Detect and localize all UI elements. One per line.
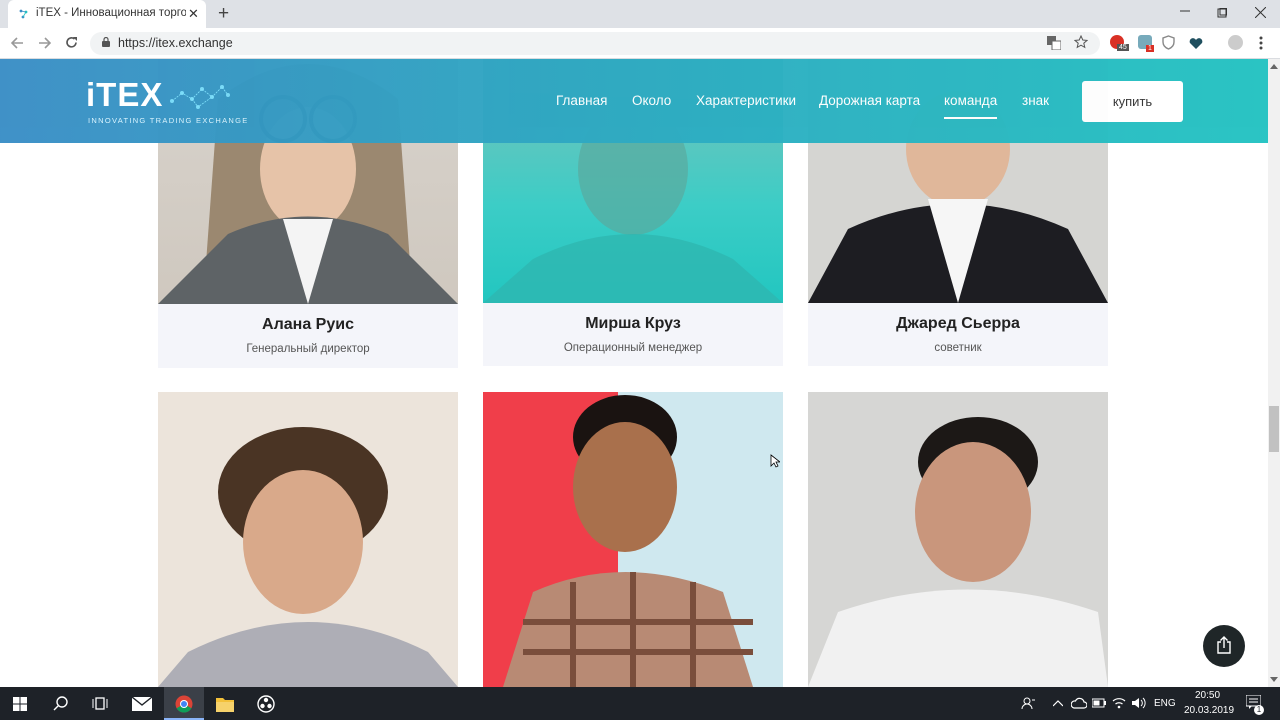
nav-about-link[interactable]: Около <box>632 93 671 108</box>
site-logo[interactable]: iTEX <box>86 76 163 114</box>
people-icon[interactable] <box>1021 696 1035 710</box>
team-card: Джаред Сьерра советник <box>808 303 1108 366</box>
notification-count-badge: 1 <box>1254 705 1264 715</box>
page-scrollbar[interactable] <box>1268 59 1280 687</box>
tray-expand-icon[interactable] <box>1053 699 1063 707</box>
back-icon[interactable] <box>11 37 24 49</box>
favicon-icon <box>19 9 28 19</box>
team-member-name: Джаред Сьерра <box>896 315 1020 332</box>
volume-icon[interactable] <box>1131 696 1146 710</box>
scroll-down-icon[interactable] <box>1270 677 1278 683</box>
nav-team-link[interactable]: команда <box>944 93 997 108</box>
wifi-icon[interactable] <box>1112 696 1126 710</box>
team-photo-6 <box>808 392 1108 687</box>
team-member-role: Генеральный директор <box>246 343 370 355</box>
team-card: Мирша Круз Операционный менеджер <box>483 303 783 366</box>
battery-icon[interactable] <box>1092 698 1106 708</box>
nav-home-link[interactable]: Главная <box>556 93 607 108</box>
mouse-cursor-icon <box>770 454 780 468</box>
tab-close-icon[interactable]: ✕ <box>188 6 199 22</box>
clock-date[interactable]: 20.03.2019 <box>1184 705 1234 716</box>
scrollbar-thumb[interactable] <box>1269 406 1279 452</box>
new-tab-button[interactable]: + <box>218 3 229 25</box>
onedrive-icon[interactable] <box>1071 697 1087 709</box>
taskbar-chrome-active[interactable] <box>164 687 204 720</box>
extension-badge: 45 <box>1117 44 1129 51</box>
share-button[interactable] <box>1203 625 1245 667</box>
team-photo-4 <box>158 392 458 687</box>
nav-token-link[interactable]: знак <box>1022 93 1049 108</box>
buy-button[interactable]: купить <box>1082 81 1183 122</box>
search-icon[interactable] <box>53 696 68 711</box>
shield-extension-icon[interactable] <box>1162 35 1175 50</box>
heart-extension-icon[interactable] <box>1188 36 1204 50</box>
profile-avatar[interactable] <box>1228 35 1243 50</box>
task-view-icon[interactable] <box>92 696 108 711</box>
nav-roadmap-link[interactable]: Дорожная карта <box>819 93 920 108</box>
team-member-name: Алана Руис <box>262 316 354 333</box>
forward-icon[interactable] <box>38 37 51 49</box>
team-member-name: Мирша Круз <box>585 315 681 332</box>
scroll-up-icon[interactable] <box>1270 63 1278 69</box>
person-portrait-icon <box>808 417 1108 687</box>
clock-time[interactable]: 20:50 <box>1195 690 1220 701</box>
browser-toolbar: https://itex.exchange <box>0 28 1280 59</box>
person-portrait-icon <box>158 427 458 687</box>
extension-badge-alert: 1 <box>1146 45 1154 52</box>
team-photo-5 <box>483 392 783 687</box>
browser-tab-strip: iTEX - Инновационная торговая ✕ + <box>0 0 1280 28</box>
file-explorer-icon[interactable] <box>216 696 234 712</box>
maximize-icon[interactable] <box>1217 8 1227 18</box>
team-member-role: советник <box>934 342 982 354</box>
team-card: Алана Руис Генеральный директор <box>158 304 458 368</box>
address-bar[interactable]: https://itex.exchange <box>90 32 1100 55</box>
windows-start-icon[interactable] <box>13 697 27 711</box>
window-close-icon[interactable] <box>1255 7 1266 18</box>
nav-active-indicator <box>944 117 997 119</box>
mail-app-icon[interactable] <box>132 697 152 711</box>
site-header: iTEX INNOVATING TRADING EXCHANGE Главная… <box>0 59 1268 143</box>
language-indicator[interactable]: ENG <box>1154 698 1176 709</box>
lock-icon <box>102 37 110 47</box>
person-portrait-icon <box>503 395 753 687</box>
chrome-icon <box>175 695 193 713</box>
reload-icon[interactable] <box>65 36 78 49</box>
minimize-icon[interactable] <box>1180 6 1190 16</box>
windows-taskbar: ENG 20:50 20.03.2019 1 <box>0 687 1280 720</box>
tab-title: iTEX - Инновационная торговая <box>36 7 186 19</box>
logo-tagline: INNOVATING TRADING EXCHANGE <box>88 116 249 125</box>
bookmark-star-icon[interactable] <box>1074 35 1088 49</box>
browser-tab[interactable]: iTEX - Инновационная торговая ✕ <box>8 0 206 28</box>
logo-network-icon <box>170 85 230 109</box>
share-icon <box>1217 636 1231 654</box>
translate-icon[interactable] <box>1047 36 1061 50</box>
menu-dots-icon[interactable] <box>1259 36 1263 50</box>
team-member-role: Операционный менеджер <box>563 342 703 354</box>
url-text: https://itex.exchange <box>118 36 233 50</box>
obs-app-icon[interactable] <box>257 695 275 713</box>
nav-features-link[interactable]: Характеристики <box>696 93 796 108</box>
